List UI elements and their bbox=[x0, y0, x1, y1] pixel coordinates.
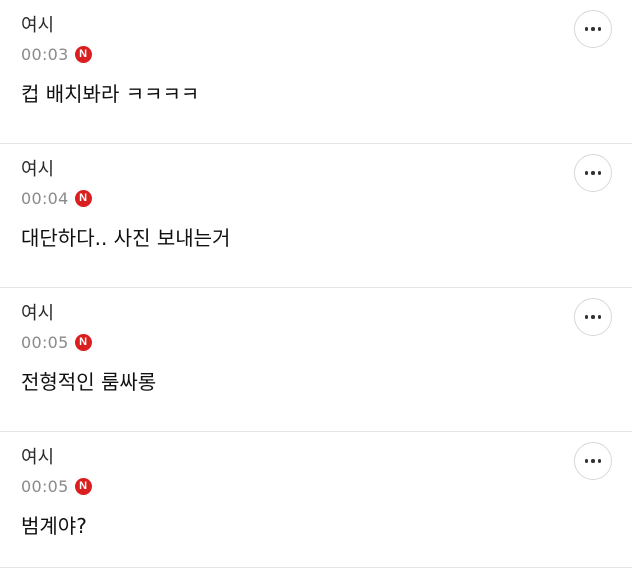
comment-meta: 00:05 N bbox=[21, 474, 611, 498]
more-options-icon bbox=[584, 27, 589, 31]
comment-author[interactable]: 여시 bbox=[21, 446, 611, 470]
new-badge-icon: N bbox=[74, 45, 92, 63]
more-options-icon bbox=[597, 171, 602, 175]
new-badge-icon: N bbox=[74, 189, 92, 207]
comment-time: 00:05 bbox=[21, 332, 69, 352]
comment-text: 컵 배치봐라 ㅋㅋㅋㅋ bbox=[21, 82, 200, 106]
more-options-icon bbox=[597, 27, 602, 31]
more-options-icon bbox=[584, 459, 589, 463]
comment-item: 여시 00:05 N 전형적인 룸싸롱 bbox=[0, 288, 632, 432]
comment-time: 00:04 bbox=[21, 188, 69, 208]
comment-time: 00:05 bbox=[21, 476, 69, 496]
comment-meta: 00:03 N bbox=[21, 42, 611, 66]
comment-author[interactable]: 여시 bbox=[21, 14, 611, 38]
comment-item: 여시 00:05 N 범계야? bbox=[0, 432, 632, 568]
more-options-icon bbox=[597, 459, 602, 463]
more-options-icon bbox=[591, 459, 595, 463]
new-badge-icon: N bbox=[74, 477, 92, 495]
comment-item: 여시 00:04 N 대단하다.. 사진 보내는거 bbox=[0, 144, 632, 288]
comment-time: 00:03 bbox=[21, 44, 69, 64]
more-options-icon bbox=[597, 315, 602, 319]
comment-text: 범계야? bbox=[21, 514, 87, 538]
more-options-button[interactable] bbox=[574, 442, 612, 480]
comment-author[interactable]: 여시 bbox=[21, 158, 611, 182]
comment-item: 여시 00:03 N 컵 배치봐라 ㅋㅋㅋㅋ bbox=[0, 0, 632, 144]
more-options-button[interactable] bbox=[574, 10, 612, 48]
more-options-icon bbox=[591, 315, 595, 319]
comment-list: 여시 00:03 N 컵 배치봐라 ㅋㅋㅋㅋ 여시 00:04 N 대단하다..… bbox=[0, 0, 632, 568]
more-options-icon bbox=[584, 171, 589, 175]
comment-meta: 00:05 N bbox=[21, 330, 611, 354]
comment-meta: 00:04 N bbox=[21, 186, 611, 210]
comment-text: 대단하다.. 사진 보내는거 bbox=[21, 226, 231, 250]
more-options-button[interactable] bbox=[574, 154, 612, 192]
comment-text: 전형적인 룸싸롱 bbox=[21, 370, 157, 394]
more-options-icon bbox=[584, 315, 589, 319]
more-options-icon bbox=[591, 27, 595, 31]
new-badge-icon: N bbox=[74, 333, 92, 351]
more-options-icon bbox=[591, 171, 595, 175]
more-options-button[interactable] bbox=[574, 298, 612, 336]
comment-author[interactable]: 여시 bbox=[21, 302, 611, 326]
